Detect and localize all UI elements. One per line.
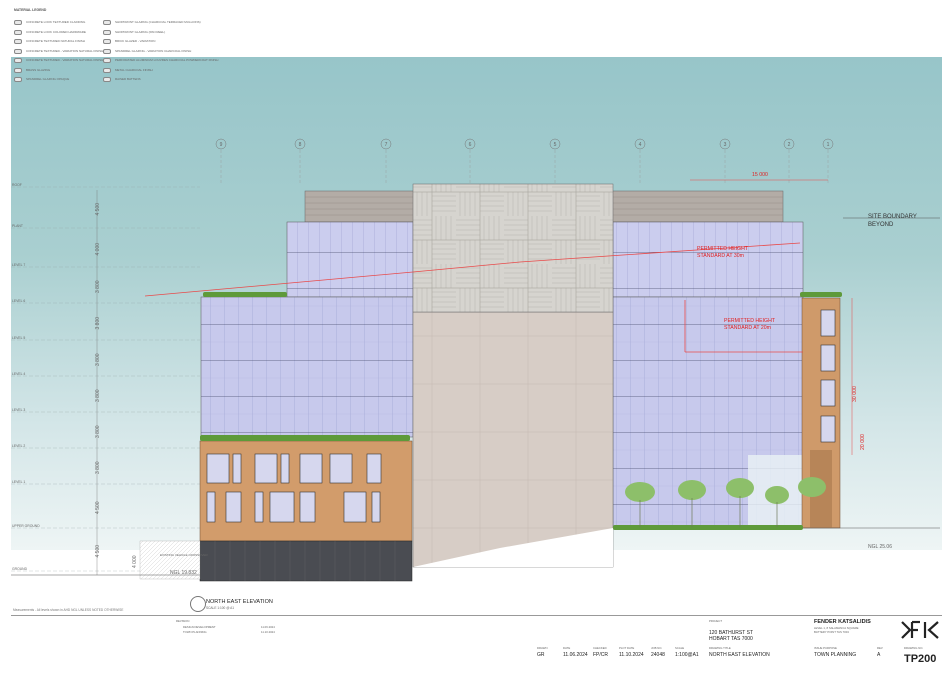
right-upper-glazing	[612, 221, 804, 298]
site-boundary-label: SITE BOUNDARY	[868, 214, 917, 220]
rev-label: REV	[877, 646, 883, 650]
revision-date-2: 11.10.2024	[261, 630, 275, 634]
grid-label: 9	[220, 142, 223, 148]
drawing-sheet: MATERIAL LEGEND CONCRETE LOOK TEXTURED C…	[0, 0, 951, 673]
date-value: 11.06.2024	[563, 652, 588, 658]
disclaimer: Measurements - All levels shown in AHD N…	[13, 608, 124, 612]
grid-label: 8	[299, 142, 302, 148]
level-label: LEVEL 4	[12, 372, 25, 376]
project-label: PROJECT	[709, 619, 723, 623]
ground-shopfront	[199, 540, 413, 582]
drawing-title: NORTH EAST ELEVATION	[206, 599, 273, 605]
level-label: UPPER GROUND	[12, 524, 40, 528]
level-label: LEVEL 6	[12, 299, 25, 303]
job-label: JOB NO.	[651, 646, 663, 650]
checked-value: FP/CR	[593, 652, 608, 658]
left-upper-glazing	[286, 221, 414, 298]
fk-logo	[901, 620, 939, 639]
plot-date-value: 11.10.2024	[619, 652, 644, 658]
drawing-number-label: DRAWING NO.	[904, 646, 924, 650]
drawn-label: DRAWN	[537, 646, 548, 650]
level-label: ROOF	[12, 183, 22, 187]
ngl-right: NGL 25.06	[868, 544, 892, 550]
grid-label: 6	[469, 142, 472, 148]
height-30-label-1: PERMITTED HEIGHT	[697, 246, 749, 252]
drawing-reference-circle	[190, 596, 206, 612]
dimension-4000: 4 000	[132, 555, 138, 568]
grid-bubbles: 9 8 7 6 5 4 3 2 1	[215, 138, 834, 150]
level-lines: ROOF PLANT LEVEL 7 LEVEL 6 LEVEL 5 LEVEL 4 LEV…	[11, 183, 200, 572]
level-dimension: 4 500	[95, 501, 101, 514]
dimension-30000: 30 000	[852, 386, 858, 402]
plot-date-label: PLOT DATE	[619, 646, 635, 650]
rev-value: A	[877, 652, 881, 658]
drawing-title-label: DRAWING TITLE	[709, 646, 731, 650]
drawing-scale: SCALE 1:100 @ A1	[206, 606, 235, 610]
grid-label: 1	[827, 142, 830, 148]
level-dimension: 3 800	[95, 317, 101, 330]
left-main-glazing	[200, 296, 414, 438]
level-dimensions: 4 500 4 000 3 800 3 800 3 800 3 800 3 800 3 800…	[95, 203, 101, 558]
height-20-label-2: STANDARD AT 20m	[724, 325, 771, 331]
level-label: LEVEL 1	[12, 480, 25, 484]
grid-label: 2	[788, 142, 791, 148]
level-label: GROUND	[12, 567, 28, 571]
level-dimension: 4 500	[95, 545, 101, 558]
revisions-label: REVISION	[176, 619, 190, 623]
drawing-title-value: NORTH EAST ELEVATION	[709, 652, 770, 658]
firm-address-2: BATTERY POINT TAS 7004	[814, 630, 849, 634]
grid-label: 4	[639, 142, 642, 148]
height-20-label-1: PERMITTED HEIGHT	[724, 318, 776, 324]
revision-date-1: 11.06.2024	[261, 625, 275, 629]
drawing-number: TP200	[904, 653, 937, 665]
existing-vehicle-crossover: EXISTING VEHICLE CROSSOVER	[160, 553, 209, 557]
revision-row-2: TOWN PLANNING	[183, 630, 207, 634]
level-dimension: 4 500	[95, 203, 101, 216]
level-dimension: 3 800	[95, 353, 101, 366]
dimension-20000: 20 000	[860, 434, 866, 450]
status-value: TOWN PLANNING	[814, 652, 857, 658]
elevation-drawing: 9 8 7 6 5 4 3 2 1 ROOF PLANT LEVEL 7 LEVEL 6 LEVEL 5…	[11, 138, 940, 582]
grid-label: 5	[554, 142, 557, 148]
grid-label: 3	[724, 142, 727, 148]
concrete-core	[412, 311, 614, 568]
level-label: LEVEL 2	[12, 444, 25, 448]
job-value: 24048	[651, 652, 665, 658]
level-label: PLANT	[12, 224, 23, 228]
date-label: DATE	[563, 646, 571, 650]
ngl-left: NGL 19.832	[170, 570, 197, 576]
level-dimension: 3 800	[95, 280, 101, 293]
project-line-2: HOBART TAS 7000	[709, 636, 753, 642]
height-30-label-2: STANDARD AT 30m	[697, 253, 744, 259]
grid-label: 7	[385, 142, 388, 148]
scale-value: 1:100@A1	[675, 652, 699, 658]
textured-concrete-crown	[412, 183, 614, 313]
status-label: ISSUE PURPOSE	[814, 646, 837, 650]
title-block: REVISION DESIGN DEVELOPMENT TOWN PLANNIN…	[11, 615, 942, 670]
level-dimension: 3 800	[95, 389, 101, 402]
checked-label: CHECKED	[593, 646, 607, 650]
level-label: LEVEL 3	[12, 408, 25, 412]
dimension-15000: 15 000	[752, 172, 768, 178]
level-label: LEVEL 7	[12, 263, 25, 267]
drawn-value: GR	[537, 652, 545, 658]
level-dimension: 3 800	[95, 461, 101, 474]
level-dimension: 4 000	[95, 243, 101, 256]
revision-row-1: DESIGN DEVELOPMENT	[183, 625, 216, 629]
level-label: LEVEL 5	[12, 336, 25, 340]
level-dimension: 3 800	[95, 425, 101, 438]
firm-name: FENDER KATSALIDIS	[814, 619, 871, 625]
scale-label: SCALE	[675, 646, 685, 650]
site-boundary-beyond: BEYOND	[868, 222, 894, 228]
